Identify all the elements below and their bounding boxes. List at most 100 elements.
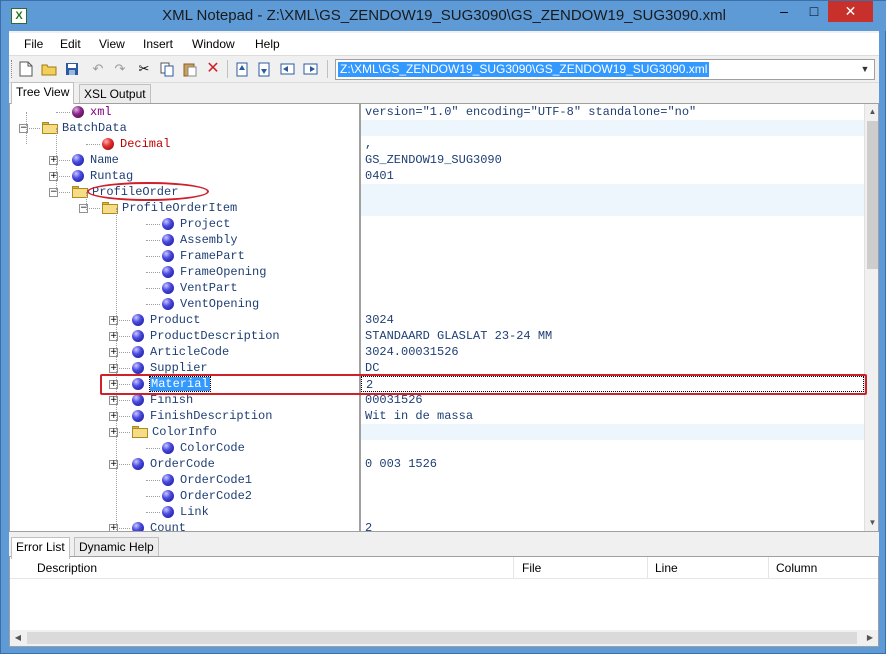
value-row[interactable]: GS_ZENDOW19_SUG3090 xyxy=(361,152,864,168)
new-file-icon[interactable] xyxy=(17,60,35,78)
value-pane[interactable]: version="1.0" encoding="UTF-8" standalon… xyxy=(361,104,864,531)
column-divider[interactable] xyxy=(768,557,769,579)
value-row[interactable] xyxy=(361,504,864,520)
scroll-up-icon[interactable]: ▲ xyxy=(865,104,878,119)
close-button[interactable]: ✕ xyxy=(828,1,873,22)
tree-node[interactable]: Link xyxy=(10,504,359,520)
value-row[interactable] xyxy=(361,296,864,312)
column-column[interactable]: Column xyxy=(776,561,817,575)
value-row[interactable] xyxy=(361,120,864,136)
tree-node[interactable]: OrderCode1 xyxy=(10,472,359,488)
tree-node-label[interactable]: Assembly xyxy=(180,233,238,247)
location-combobox[interactable]: Z:\XML\GS_ZENDOW19_SUG3090\GS_ZENDOW19_S… xyxy=(335,59,875,80)
minimize-button[interactable]: – xyxy=(771,1,797,22)
value-row[interactable] xyxy=(361,424,864,440)
tree-node[interactable]: Assembly xyxy=(10,232,359,248)
open-folder-icon[interactable] xyxy=(40,60,58,78)
node-value[interactable]: 2 xyxy=(365,521,372,531)
tree-node-label[interactable]: Runtag xyxy=(90,169,133,183)
column-divider[interactable] xyxy=(647,557,648,579)
tree-node-label[interactable]: xml xyxy=(90,105,112,119)
tree-node-label[interactable]: ProductDescription xyxy=(150,329,280,343)
vertical-scrollbar[interactable]: ▲ ▼ xyxy=(864,104,878,531)
node-value[interactable]: Wit in de massa xyxy=(365,409,473,423)
tree-node-label[interactable]: VentOpening xyxy=(180,297,259,311)
tree-node[interactable]: VentOpening xyxy=(10,296,359,312)
tab-dynamic-help[interactable]: Dynamic Help xyxy=(74,537,159,557)
tree-node-label[interactable]: Supplier xyxy=(150,361,208,375)
value-row[interactable] xyxy=(361,488,864,504)
nudge-down-icon[interactable] xyxy=(255,60,273,78)
value-row[interactable]: 3024 xyxy=(361,312,864,328)
value-row[interactable] xyxy=(361,472,864,488)
value-row[interactable] xyxy=(361,248,864,264)
tree-node[interactable]: xml xyxy=(10,104,359,120)
tree-node-label[interactable]: Link xyxy=(180,505,209,519)
value-row[interactable] xyxy=(361,216,864,232)
tab-tree-view[interactable]: Tree View xyxy=(11,82,75,104)
tree-node[interactable]: + OrderCode xyxy=(10,456,359,472)
value-row[interactable] xyxy=(361,232,864,248)
tree-node-label[interactable]: OrderCode1 xyxy=(180,473,252,487)
value-row[interactable] xyxy=(361,200,864,216)
tree-node-label[interactable]: ColorCode xyxy=(180,441,245,455)
column-file[interactable]: File xyxy=(522,561,541,575)
tree-node[interactable]: + Product xyxy=(10,312,359,328)
scroll-thumb[interactable] xyxy=(867,121,878,269)
value-row[interactable] xyxy=(361,184,864,200)
tree-node[interactable]: + ProductDescription xyxy=(10,328,359,344)
maximize-button[interactable]: □ xyxy=(801,1,827,22)
value-row[interactable] xyxy=(361,280,864,296)
tree-node[interactable]: FrameOpening xyxy=(10,264,359,280)
node-value[interactable]: 3024.00031526 xyxy=(365,345,459,359)
save-icon[interactable] xyxy=(63,60,81,78)
scroll-thumb[interactable] xyxy=(27,632,857,644)
scroll-left-icon[interactable]: ◀ xyxy=(10,630,26,646)
title-bar[interactable]: X XML Notepad - Z:\XML\GS_ZENDOW19_SUG30… xyxy=(1,1,886,31)
tree-node-label[interactable]: Finish xyxy=(150,393,193,407)
tree-node[interactable]: + ArticleCode xyxy=(10,344,359,360)
node-value[interactable]: , xyxy=(365,137,372,151)
node-value[interactable]: GS_ZENDOW19_SUG3090 xyxy=(365,153,502,167)
tree-node-label[interactable]: FramePart xyxy=(180,249,245,263)
node-value[interactable]: version="1.0" encoding="UTF-8" standalon… xyxy=(365,105,696,119)
copy-icon[interactable] xyxy=(158,60,176,78)
tab-xsl-output[interactable]: XSL Output xyxy=(79,84,151,104)
value-row[interactable]: STANDAARD GLASLAT 23-24 MM xyxy=(361,328,864,344)
tree-pane[interactable]: xml − BatchData Decimal + Name + Runtag − Profile… xyxy=(10,104,359,531)
toolbar-grip[interactable] xyxy=(11,60,14,78)
nudge-left-icon[interactable] xyxy=(278,60,296,78)
tree-node-label[interactable]: OrderCode xyxy=(150,457,215,471)
tree-node-label[interactable]: Decimal xyxy=(120,137,170,151)
node-value[interactable]: STANDAARD GLASLAT 23-24 MM xyxy=(365,329,552,343)
tree-node-label[interactable]: VentPart xyxy=(180,281,238,295)
nudge-right-icon[interactable] xyxy=(301,60,319,78)
tree-node-label[interactable]: Product xyxy=(150,313,200,327)
tree-node[interactable]: Project xyxy=(10,216,359,232)
tree-node-label[interactable]: ColorInfo xyxy=(152,425,217,439)
tree-node[interactable]: Decimal xyxy=(10,136,359,152)
tree-node[interactable]: − BatchData xyxy=(10,120,359,136)
tree-node[interactable]: OrderCode2 xyxy=(10,488,359,504)
chevron-down-icon[interactable]: ▼ xyxy=(858,62,872,77)
tree-node[interactable]: FramePart xyxy=(10,248,359,264)
tree-node[interactable]: VentPart xyxy=(10,280,359,296)
value-row[interactable]: 0 003 1526 xyxy=(361,456,864,472)
value-row[interactable] xyxy=(361,440,864,456)
value-row[interactable]: version="1.0" encoding="UTF-8" standalon… xyxy=(361,104,864,120)
tree-node[interactable]: − ProfileOrderItem xyxy=(10,200,359,216)
menu-insert[interactable]: Insert xyxy=(143,37,173,51)
value-row[interactable]: 0401 xyxy=(361,168,864,184)
menu-window[interactable]: Window xyxy=(192,37,235,51)
undo-icon[interactable]: ↶ xyxy=(89,60,107,78)
tree-node-label[interactable]: ProfileOrderItem xyxy=(122,201,237,215)
node-value[interactable]: 0 003 1526 xyxy=(365,457,437,471)
tree-node-label[interactable]: Count xyxy=(150,521,186,531)
tree-node[interactable]: + FinishDescription xyxy=(10,408,359,424)
menu-file[interactable]: File xyxy=(24,37,43,51)
tree-node-label[interactable]: ArticleCode xyxy=(150,345,229,359)
value-row[interactable] xyxy=(361,264,864,280)
delete-icon[interactable]: ✕ xyxy=(204,60,222,78)
tree-node[interactable]: + Count xyxy=(10,520,359,531)
scroll-down-icon[interactable]: ▼ xyxy=(865,515,878,530)
